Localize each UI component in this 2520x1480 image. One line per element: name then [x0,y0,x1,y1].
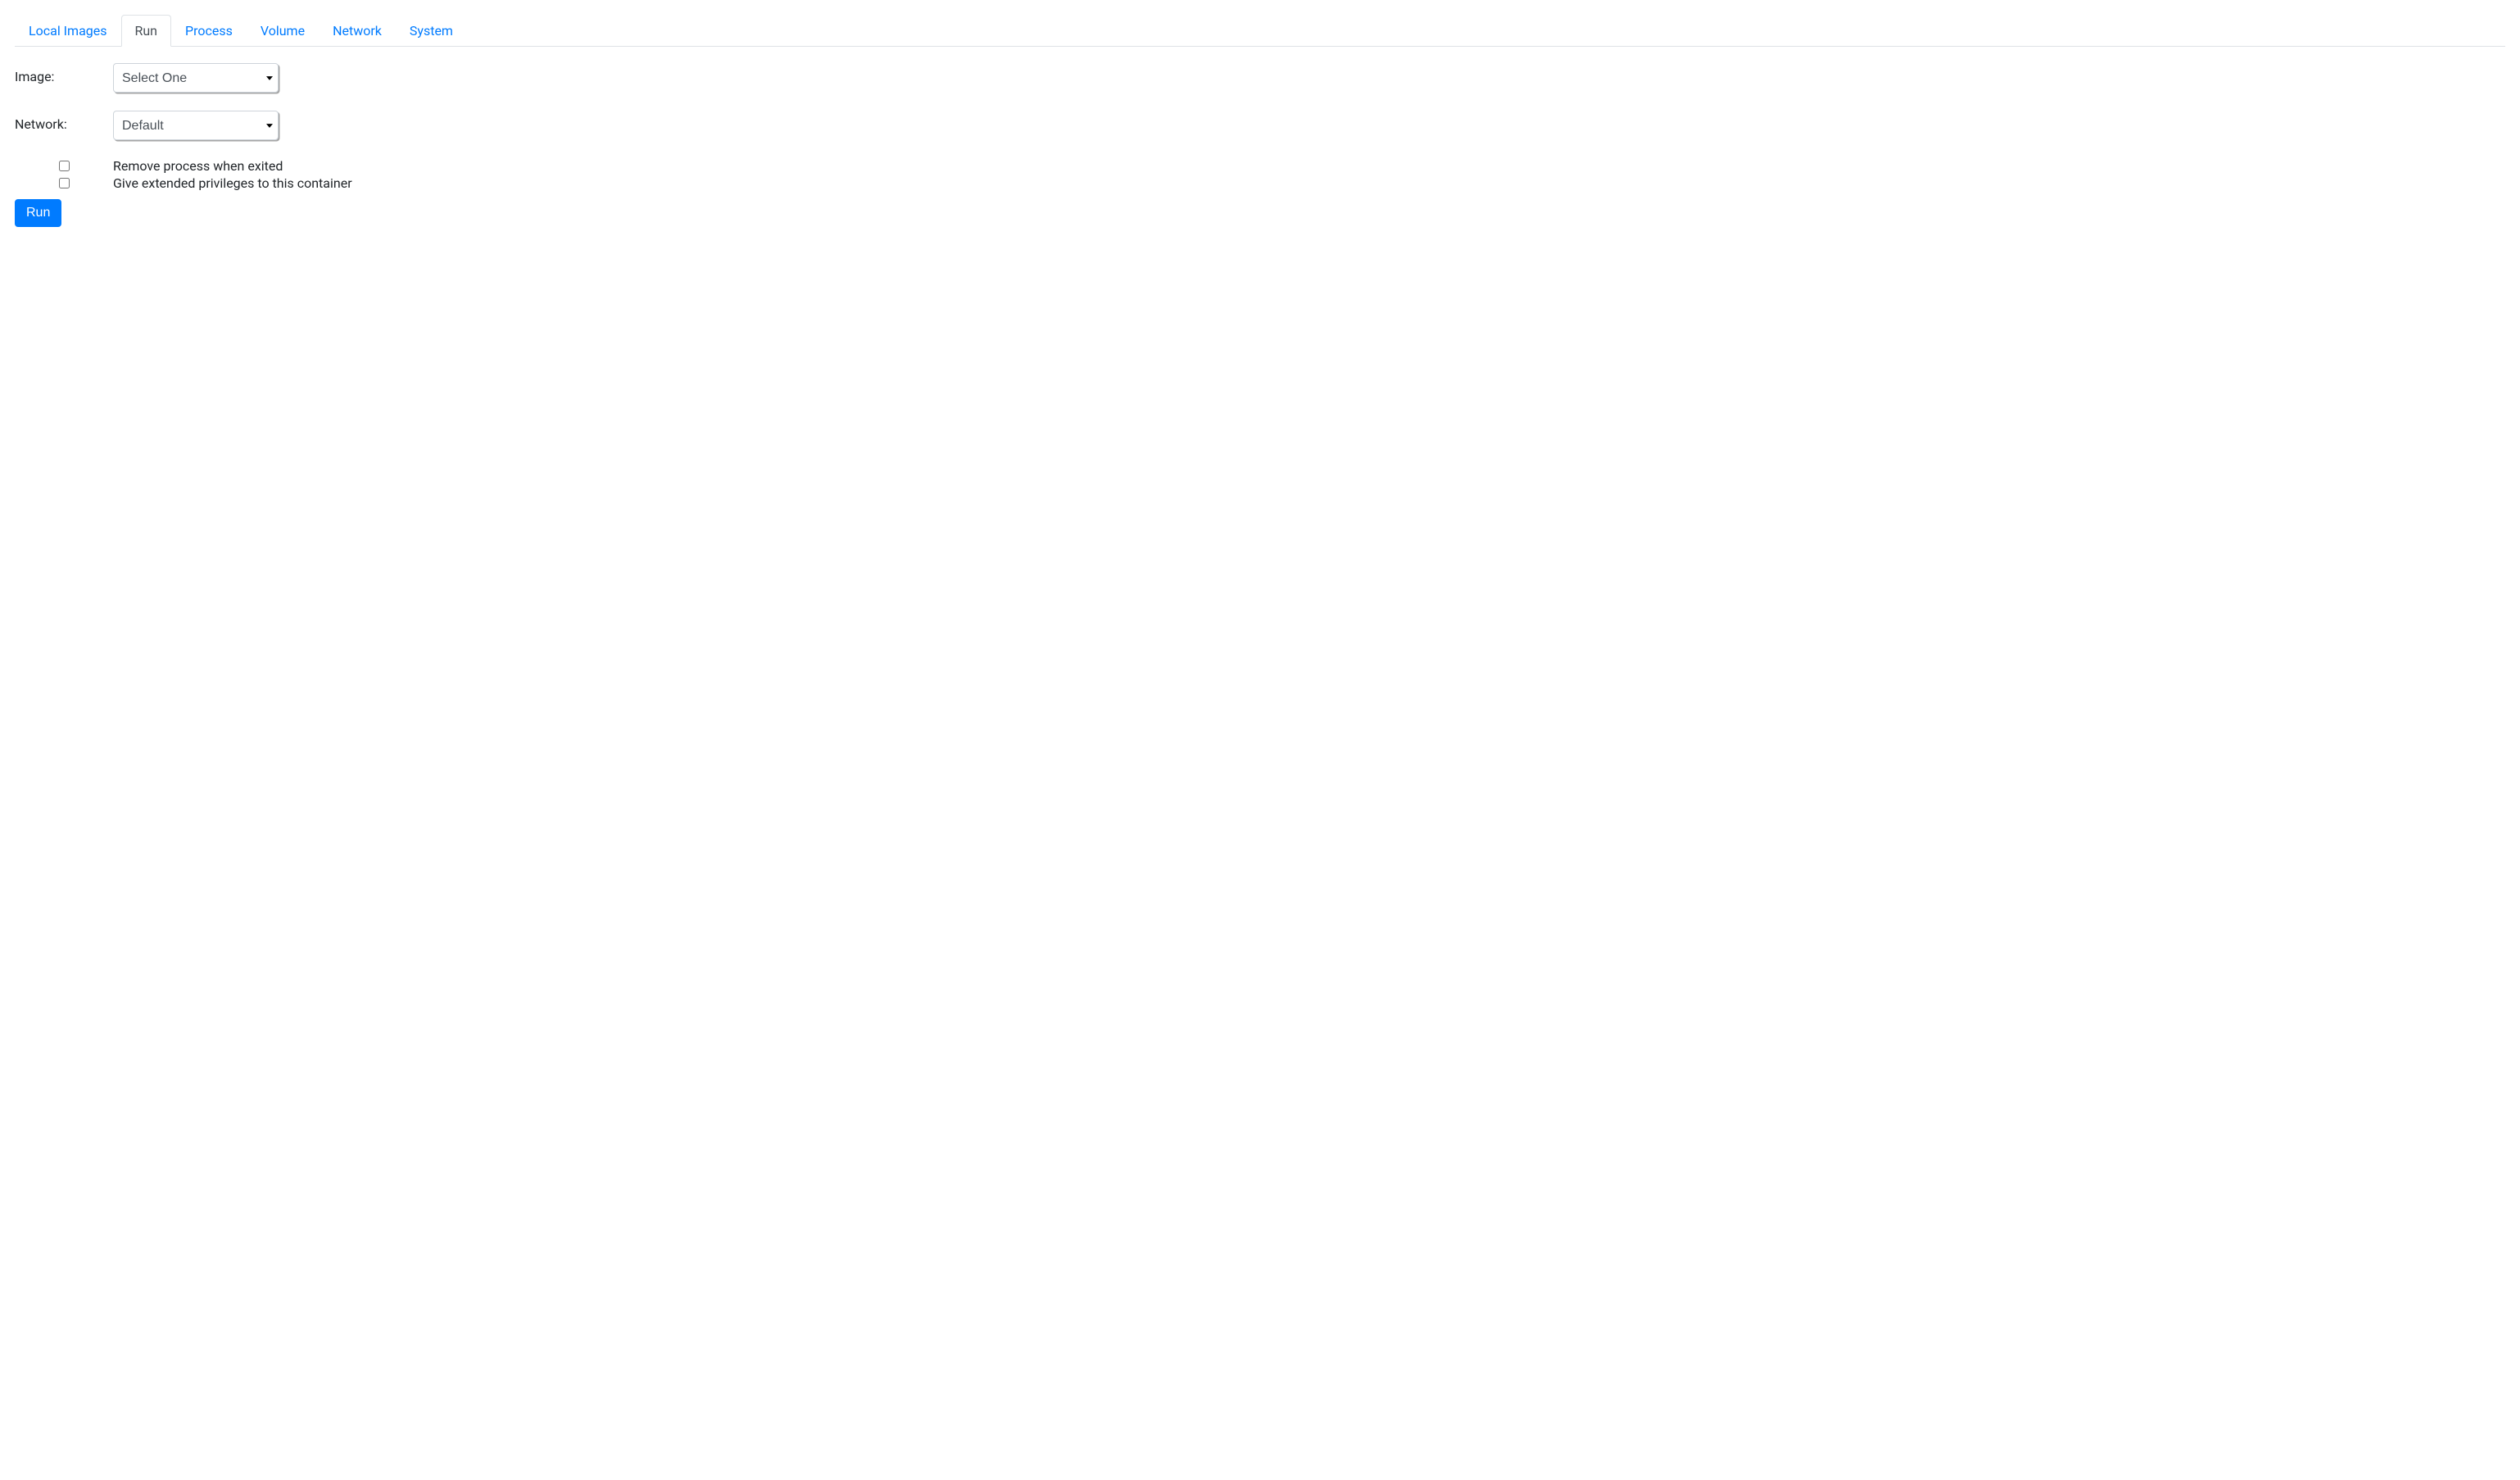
tab-volume[interactable]: Volume [247,15,319,47]
remove-process-label: Remove process when exited [113,158,283,174]
image-label: Image: [15,63,113,84]
privileged-label: Give extended privileges to this contain… [113,175,352,191]
tab-network[interactable]: Network [319,15,396,47]
remove-process-row: Remove process when exited [15,158,2505,174]
run-button[interactable]: Run [15,199,61,227]
privileged-checkbox[interactable] [59,178,70,188]
tab-system[interactable]: System [396,15,467,47]
image-select[interactable]: Select One [113,63,279,93]
network-row: Network: Default [15,111,2505,140]
network-select[interactable]: Default [113,111,279,140]
privileged-row: Give extended privileges to this contain… [15,175,2505,191]
remove-process-checkbox[interactable] [59,161,70,171]
tab-nav: Local Images Run Process Volume Network … [15,15,2505,47]
tab-run[interactable]: Run [121,15,172,47]
tab-local-images[interactable]: Local Images [15,15,121,47]
network-label: Network: [15,111,113,132]
tab-process[interactable]: Process [171,15,247,47]
image-row: Image: Select One [15,63,2505,93]
